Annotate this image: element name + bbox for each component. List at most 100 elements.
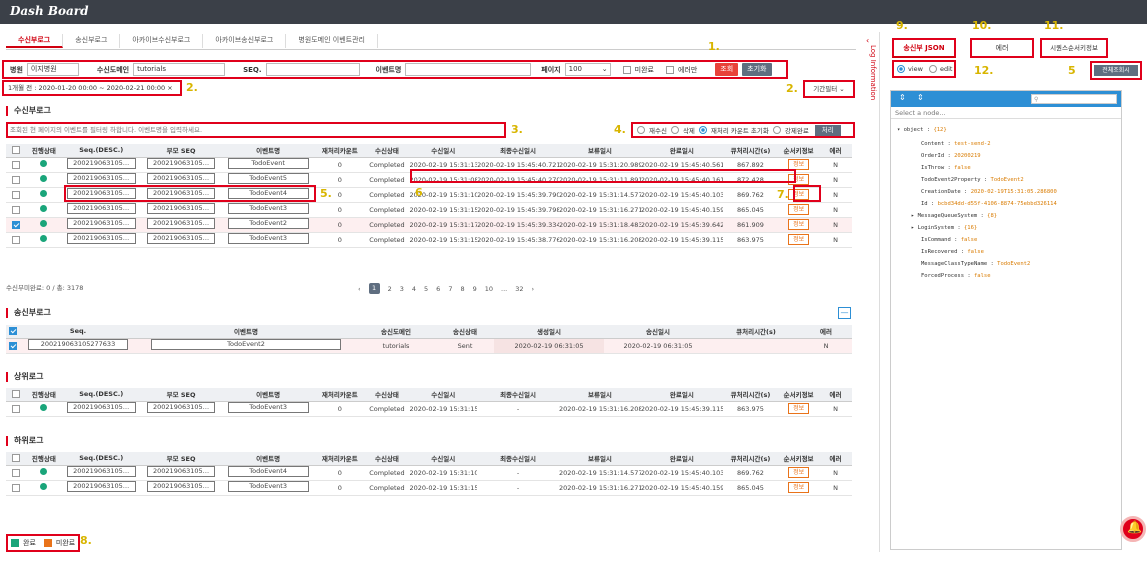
parent-box[interactable]: 200219063105… (146, 481, 216, 492)
parent-box[interactable]: 200219063105… (146, 402, 216, 413)
domain-input[interactable]: tutorials (133, 63, 226, 76)
parent-box[interactable]: 200219063105… (146, 158, 216, 169)
side-toggle[interactable]: ‹ Log Information (862, 32, 880, 552)
info-button[interactable]: 정보 (788, 204, 810, 215)
page-button[interactable]: 2 (388, 285, 392, 293)
table-row[interactable]: 200219063105277633 TodoEvent2 tutorials Sen… (6, 338, 852, 354)
close-icon[interactable]: × (167, 84, 172, 92)
select-all-checkbox[interactable] (9, 327, 17, 336)
json-line[interactable]: CreationDate : 2020-02-19T15:31:05.28680… (921, 189, 1057, 195)
node-select[interactable]: Select a node... (891, 107, 1121, 119)
copy-all-button[interactable]: 전체조회시 (1094, 65, 1138, 76)
row-checkbox[interactable] (12, 190, 21, 199)
row-checkbox[interactable] (12, 483, 21, 492)
notification-bell-button[interactable]: 🔔 (1120, 516, 1146, 542)
json-line[interactable]: IsCommand : false (921, 237, 977, 243)
info-button[interactable]: 정보 (788, 219, 810, 230)
row-checkbox[interactable] (12, 468, 21, 477)
action-radio-1[interactable] (670, 126, 679, 134)
info-button[interactable]: 정보 (788, 234, 810, 245)
page-button[interactable]: 7 (448, 285, 452, 293)
caret-right-icon[interactable]: ▸ (911, 213, 918, 219)
json-line[interactable]: IsThrow : false (921, 165, 971, 171)
page-button[interactable]: 6 (436, 285, 440, 293)
row-checkbox[interactable] (12, 160, 21, 169)
collapse-button[interactable]: — (838, 307, 851, 319)
error-checkbox[interactable] (665, 65, 674, 74)
row-checkbox[interactable] (12, 404, 21, 413)
seq-box[interactable]: 200219063105… (66, 402, 136, 413)
event-filter-input[interactable]: 조회된 현 페이지의 이벤트를 필터링 하합니다. 이벤트명을 입력하세요. (6, 122, 506, 138)
tab-error[interactable]: 에러 (970, 38, 1034, 58)
table-row[interactable]: 200219063105… 200219063105… TodoEvent2 0 Com… (6, 217, 852, 233)
page-button[interactable]: 9 (473, 285, 477, 293)
seq-box[interactable]: 200219063105… (66, 218, 136, 229)
period-filter-button[interactable]: 기간필터 ⌄ (803, 80, 855, 98)
caret-right-icon[interactable]: ▸ (911, 225, 918, 231)
tab-sequence-key[interactable]: 시퀀스순서키정보 (1040, 38, 1108, 58)
hospital-input[interactable]: 이지병원 (26, 63, 79, 76)
action-radio-3[interactable] (772, 126, 781, 134)
event-box[interactable]: TodoEvent3 (227, 481, 309, 492)
event-box[interactable]: TodoEvent3 (227, 203, 309, 214)
view-radio[interactable] (897, 65, 905, 73)
parent-box[interactable]: 200219063105… (146, 233, 216, 244)
prev-page-button[interactable]: ‹ (358, 285, 361, 293)
search-button[interactable]: 조회 (715, 63, 739, 76)
tab-3[interactable]: 아카이브송신부로그 (203, 34, 287, 48)
expand-all-icon[interactable]: ⇕ (899, 93, 906, 102)
page-button[interactable]: 10 (485, 285, 493, 293)
action-radio-0[interactable] (637, 126, 645, 134)
edit-radio[interactable] (928, 65, 937, 73)
event-box[interactable]: TodoEvent2 (227, 218, 309, 229)
chevron-left-icon[interactable]: ‹ (866, 36, 869, 45)
reset-button[interactable]: 초기화 (742, 63, 772, 76)
seq-box[interactable]: 200219063105… (66, 203, 136, 214)
seq-box[interactable]: 200219063105… (66, 481, 136, 492)
info-button[interactable]: 정보 (788, 482, 810, 493)
caret-down-icon[interactable]: ▾ (897, 127, 904, 133)
process-button[interactable]: 처리 (814, 124, 841, 136)
event-box[interactable]: TodoEvent (227, 158, 309, 169)
unfinished-checkbox[interactable] (622, 65, 631, 74)
page-button[interactable]: 3 (400, 285, 404, 293)
parent-box[interactable]: 200219063105… (146, 466, 216, 477)
event-box[interactable]: TodoEvent3 (227, 233, 309, 244)
seq-input[interactable] (265, 63, 360, 76)
seq-box[interactable]: 200219063105… (66, 158, 136, 169)
table-row[interactable]: 200219063105… 200219063105… TodoEvent3 0 Com… (6, 401, 852, 417)
event-input[interactable] (405, 63, 532, 76)
select-all-checkbox[interactable] (12, 390, 21, 399)
row-checkbox[interactable] (12, 175, 21, 184)
tab-0[interactable]: 수신부로그 (6, 34, 64, 48)
row-checkbox[interactable] (12, 220, 21, 229)
json-line[interactable]: ForcedProcess : false (921, 273, 991, 279)
seq-box[interactable]: 200219063105… (66, 173, 136, 184)
page-button[interactable]: ... (501, 285, 507, 293)
json-search-input[interactable]: ⚲ (1031, 94, 1117, 104)
row-checkbox[interactable] (9, 341, 17, 350)
json-line[interactable]: Content : test-send-2 (921, 141, 991, 147)
tab-1[interactable]: 송신부로그 (63, 34, 121, 48)
seq-box[interactable]: 200219063105… (66, 233, 136, 244)
action-radio-2[interactable] (698, 126, 707, 134)
tab-4[interactable]: 병원도메인 이벤트관리 (286, 34, 378, 48)
info-button[interactable]: 정보 (788, 467, 810, 478)
seq-box[interactable]: 200219063105277633 (28, 339, 128, 350)
json-line[interactable]: TodoEvent2Property : TodoEvent2 (921, 177, 1024, 183)
event-box[interactable]: TodoEvent2 (151, 339, 341, 350)
page-button[interactable]: 8 (460, 285, 464, 293)
json-line[interactable]: OrderId : 20200219 (921, 153, 981, 159)
info-button[interactable]: 정보 (788, 403, 810, 414)
next-page-button[interactable]: › (532, 285, 535, 293)
select-all-checkbox[interactable] (12, 454, 21, 463)
table-row[interactable]: 200219063105… 200219063105… TodoEvent3 0 Com… (6, 202, 852, 218)
row-checkbox[interactable] (12, 235, 21, 244)
table-row[interactable]: 200219063105… 200219063105… TodoEvent3 0 Com… (6, 480, 852, 496)
parent-box[interactable]: 200219063105… (146, 173, 216, 184)
json-line[interactable]: IsRecovered : false (921, 249, 984, 255)
event-box[interactable]: TodoEvent3 (227, 402, 309, 413)
page-button[interactable]: 5 (424, 285, 428, 293)
json-line[interactable]: ▾ object : {12} (897, 127, 947, 133)
parent-box[interactable]: 200219063105… (146, 218, 216, 229)
